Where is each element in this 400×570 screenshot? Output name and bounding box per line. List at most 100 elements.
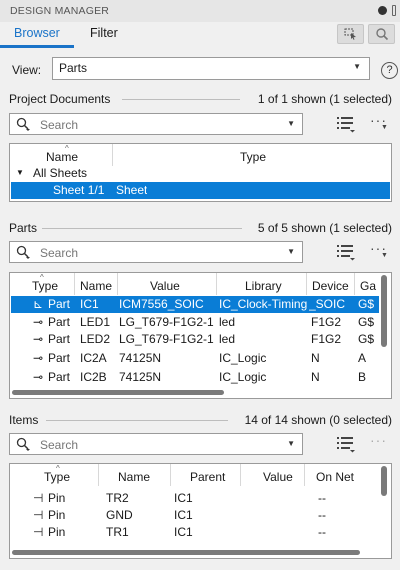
items-title: Items <box>9 413 39 427</box>
column-separator[interactable] <box>306 273 307 295</box>
search-placeholder: Search <box>40 438 79 452</box>
column-header-parent[interactable]: Parent <box>190 470 225 484</box>
parts-search-input[interactable]: Search ▼ <box>9 241 303 263</box>
vertical-scrollbar[interactable] <box>381 466 387 496</box>
column-separator[interactable] <box>117 273 118 295</box>
collapse-arrow-icon[interactable]: ▼ <box>16 168 24 177</box>
items-count: 14 of 14 shown (0 selected) <box>244 413 392 427</box>
column-header-name[interactable]: Name <box>46 150 78 164</box>
panel-title: DESIGN MANAGER <box>10 5 110 17</box>
part-type: Part <box>48 370 71 384</box>
part-name: LED2 <box>80 332 111 346</box>
part-type: Part <box>48 315 71 329</box>
active-tab-indicator <box>0 45 74 48</box>
table-row[interactable]: ⊣ Pin TR1 IC1 -- <box>11 524 379 541</box>
column-separator[interactable] <box>170 464 171 486</box>
section-divider <box>42 228 242 229</box>
column-separator[interactable] <box>240 464 241 486</box>
chevron-down-icon: ▼ <box>287 119 295 128</box>
part-name: IC2A <box>80 351 107 365</box>
parts-table: ^ Type Name Value Library Device Ga ⊾ Pa… <box>9 272 392 399</box>
tab-filter[interactable]: Filter <box>90 26 118 40</box>
table-row[interactable]: ⊸ Part LED2 LG_T679-F1G2-1 led F1G2 G$ <box>11 331 379 348</box>
column-list-icon[interactable] <box>336 243 356 261</box>
project-documents-count: 1 of 1 shown (1 selected) <box>257 92 392 106</box>
vertical-scrollbar[interactable] <box>381 275 387 347</box>
column-header-value[interactable]: Value <box>263 470 293 484</box>
column-header-gate[interactable]: Ga <box>360 279 376 293</box>
select-tool-button[interactable] <box>337 24 364 44</box>
column-separator[interactable] <box>74 273 75 295</box>
part-icon: ⊸ <box>33 332 44 346</box>
item-on-net: -- <box>318 525 326 539</box>
part-icon: ⊸ <box>33 315 44 329</box>
horizontal-scrollbar[interactable] <box>12 390 224 395</box>
part-value: ICM7556_SOIC <box>119 297 204 311</box>
column-header-value[interactable]: Value <box>150 279 180 293</box>
part-name: IC1 <box>80 297 99 311</box>
part-device: F1G2 <box>311 332 342 346</box>
column-header-type[interactable]: Type <box>32 279 58 293</box>
part-value: LG_T679-F1G2-1 <box>119 315 214 329</box>
table-row[interactable]: ⊾ Part IC1 ICM7556_SOIC IC_Clock-Timing … <box>11 296 379 313</box>
table-row[interactable]: ⊸ Part IC2B 74125N IC_Logic N B <box>11 369 379 386</box>
item-type: Pin <box>48 525 66 539</box>
column-header-library[interactable]: Library <box>245 279 282 293</box>
items-table: ^ Type Name Parent Value On Net ⊣ Pin TR… <box>9 463 392 559</box>
table-row[interactable]: ⊣ Pin GND IC1 -- <box>11 507 379 524</box>
pin-icon: ⊣ <box>33 525 44 539</box>
parts-title: Parts <box>9 221 38 235</box>
help-icon[interactable]: ? <box>381 62 398 79</box>
pin-icon: ⊣ <box>33 491 44 505</box>
table-row[interactable]: Sheet 1/1 Sheet <box>11 182 390 199</box>
column-separator[interactable] <box>304 464 305 486</box>
chevron-down-icon: ▼ <box>381 252 388 259</box>
column-list-icon[interactable] <box>336 115 356 133</box>
zoom-tool-button[interactable] <box>368 24 395 44</box>
part-device: N <box>311 351 320 365</box>
more-options-icon[interactable]: ··· <box>370 432 387 448</box>
project-documents-search-input[interactable]: Search ▼ <box>9 113 303 135</box>
chevron-down-icon: ▼ <box>381 124 388 131</box>
project-documents-title: Project Documents <box>9 92 111 106</box>
column-separator[interactable] <box>354 273 355 295</box>
item-parent: IC1 <box>174 508 193 522</box>
view-select[interactable]: Parts ▼ <box>52 57 370 80</box>
pin-icon[interactable] <box>392 5 396 16</box>
part-library: IC_Logic <box>219 351 267 365</box>
column-header-name[interactable]: Name <box>118 470 150 484</box>
part-type: Part <box>48 351 71 365</box>
column-separator[interactable] <box>98 464 99 486</box>
item-on-net: -- <box>318 491 326 505</box>
part-value: LG_T679-F1G2-1 <box>119 332 214 346</box>
part-library: IC_Clock-Timing <box>219 297 308 311</box>
column-separator[interactable] <box>216 273 217 295</box>
column-header-on-net[interactable]: On Net <box>316 470 354 484</box>
part-library: led <box>219 315 236 329</box>
column-list-icon[interactable] <box>336 435 356 453</box>
part-icon: ⊾ <box>33 297 44 311</box>
tab-browser[interactable]: Browser <box>14 26 60 40</box>
item-type: Pin <box>48 508 66 522</box>
item-name: TR2 <box>106 491 129 505</box>
horizontal-scrollbar[interactable] <box>12 550 360 555</box>
search-placeholder: Search <box>40 118 79 132</box>
table-row[interactable]: ⊸ Part IC2A 74125N IC_Logic N A <box>11 350 379 367</box>
item-parent: IC1 <box>174 491 193 505</box>
project-documents-table: ^ Name Type ▼ All Sheets Sheet 1/1 Sheet <box>9 143 392 202</box>
item-type: Pin <box>48 491 66 505</box>
column-header-device[interactable]: Device <box>312 279 349 293</box>
panel-menu-icon[interactable] <box>378 6 387 15</box>
column-separator[interactable] <box>112 144 113 166</box>
search-icon <box>16 117 30 131</box>
items-search-input[interactable]: Search ▼ <box>9 433 303 455</box>
select-cursor-icon <box>344 28 356 40</box>
pin-icon: ⊣ <box>33 508 44 522</box>
column-header-type[interactable]: Type <box>240 150 266 164</box>
column-header-type[interactable]: Type <box>44 470 70 484</box>
table-row[interactable]: ⊣ Pin TR2 IC1 -- <box>11 490 379 507</box>
part-icon: ⊸ <box>33 370 44 384</box>
column-header-name[interactable]: Name <box>80 279 112 293</box>
group-all-sheets[interactable]: All Sheets <box>33 166 87 180</box>
table-row[interactable]: ⊸ Part LED1 LG_T679-F1G2-1 led F1G2 G$ <box>11 314 379 331</box>
